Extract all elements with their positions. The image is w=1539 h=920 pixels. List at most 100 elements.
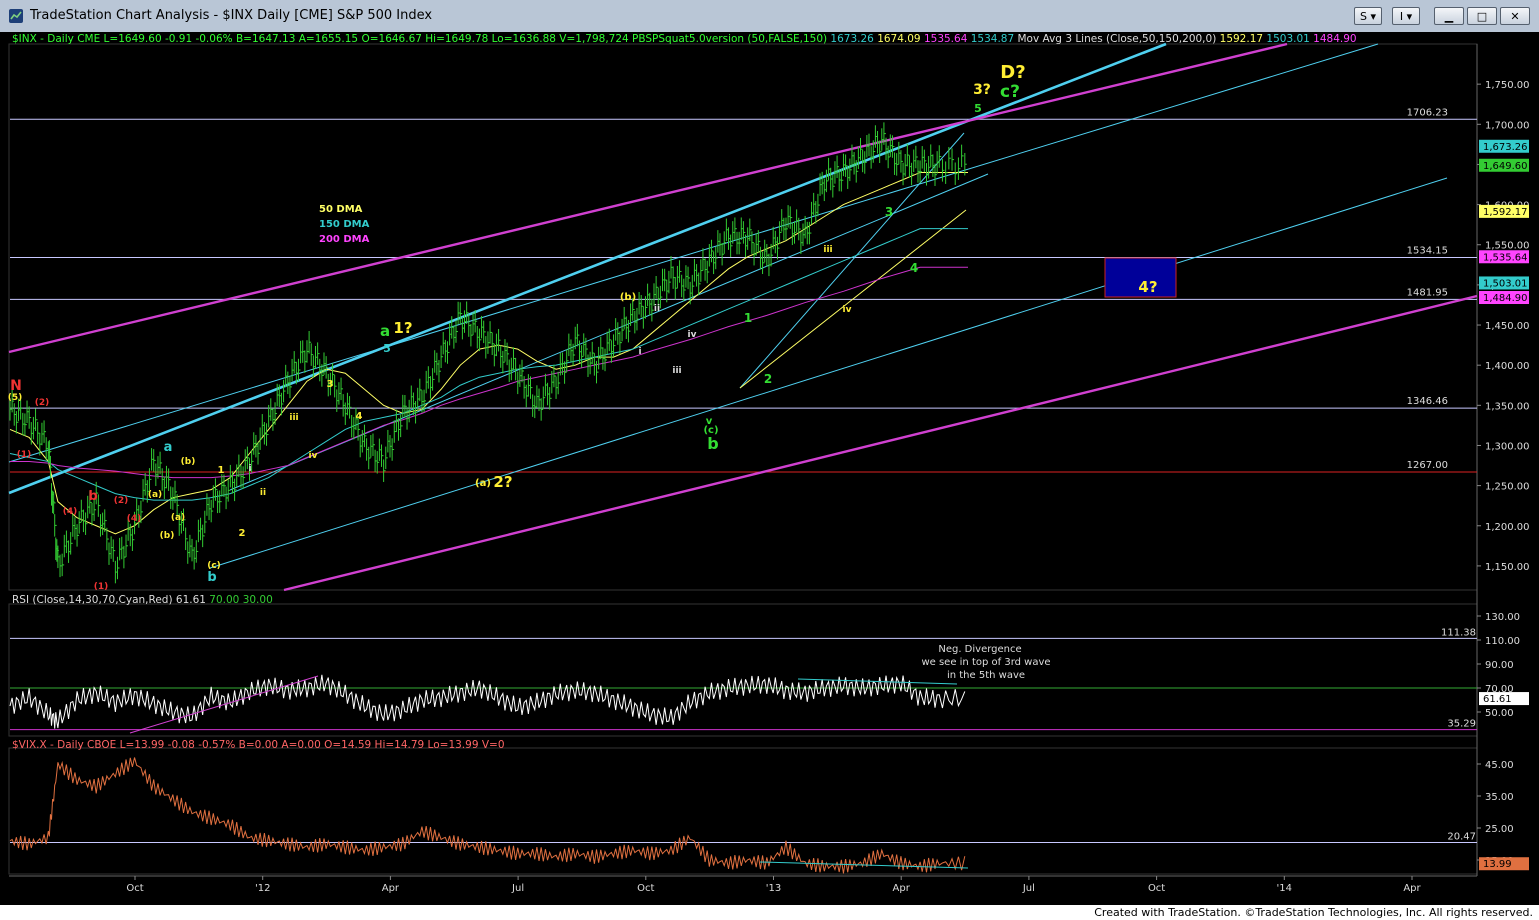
indicator-menu-button[interactable]: I ▾	[1392, 7, 1420, 25]
x-tick-label: Oct	[1148, 883, 1165, 894]
wave-label: iv	[309, 451, 318, 461]
vix-y-label: 25.00	[1485, 824, 1514, 835]
hdr-price-part: 1535.64	[921, 33, 968, 45]
maximize-button[interactable]: □	[1467, 7, 1497, 25]
x-tick-label: '12	[255, 883, 270, 894]
wave-label: 5	[383, 342, 391, 355]
rsi-badge-label: 61.61	[1483, 694, 1512, 705]
rsi-annotation-line1: Neg. Divergence	[938, 644, 1021, 655]
level-label: 1267.00	[1407, 460, 1448, 471]
hdr-rsi-part: 70.00	[206, 594, 239, 606]
window-title: TradeStation Chart Analysis - $INX Daily…	[30, 8, 433, 23]
price-y-label: 1,200.00	[1485, 522, 1530, 533]
rsi-annotation-line2: we see in top of 3rd wave	[921, 657, 1050, 668]
footer-credit: Created with TradeStation. ©TradeStation…	[1094, 906, 1533, 919]
wave-label: b	[707, 434, 718, 453]
x-tick-label: Apr	[1403, 883, 1421, 894]
upper-channel-cyan-thick	[8, 42, 1167, 495]
x-tick-label: Jul	[1022, 883, 1035, 894]
wave-label: 2?	[493, 473, 512, 491]
x-tick-label: Apr	[893, 883, 911, 894]
chart-area[interactable]: 1706.23 1534.15 1481.95 1346.46 1267.00 111.3…	[0, 32, 1539, 905]
wave-label: a	[164, 440, 173, 455]
wave-label: iv	[688, 330, 697, 340]
price-y-label: 1,250.00	[1485, 482, 1530, 493]
x-tick-label: Apr	[382, 883, 400, 894]
wave-label: (5)	[8, 393, 23, 403]
wave-label: i	[638, 347, 641, 357]
wave-label: 1?	[393, 319, 412, 337]
rsi-annotation-line3: in the 5th wave	[947, 670, 1025, 681]
close-button[interactable]: ✕	[1500, 7, 1530, 25]
symbol-menu-button[interactable]: S ▾	[1354, 7, 1382, 25]
x-tick-label: '14	[1277, 883, 1292, 894]
rsi-header: RSI (Close,14,30,70,Cyan,Red) 61.61 70.0…	[12, 594, 273, 606]
x-tick-label: '13	[766, 883, 781, 894]
hdr-price-part: 1484.90	[1310, 33, 1357, 45]
hdr-price-part: Mov Avg 3 Lines (Close,50,150,200,0)	[1014, 33, 1216, 45]
rsi-y-label: 50.00	[1485, 708, 1514, 719]
hdr-rsi-part: 30.00	[239, 594, 272, 606]
price-y-label: 1,350.00	[1485, 401, 1530, 412]
wave-label: 2	[764, 372, 772, 386]
price-badge-label: 1,592.17	[1483, 207, 1528, 218]
wave-label: 2	[239, 528, 246, 539]
vix-header: $VIX.X - Daily CBOE L=13.99 -0.08 -0.57%…	[12, 739, 505, 751]
wave-label: (a)	[475, 478, 491, 489]
price-badge-label: 1,649.60	[1483, 161, 1528, 172]
hdr-rsi-part: RSI (Close,14,30,70,Cyan,Red)	[12, 594, 173, 606]
rsi-level-label: 35.29	[1447, 719, 1476, 730]
hdr-vix-part: $VIX.X - Daily CBOE L=13.99 -0.08 -0.57%…	[12, 739, 505, 751]
wave-label: b	[88, 489, 97, 504]
level-label: 1534.15	[1407, 245, 1448, 256]
wave-label: (b)	[620, 292, 636, 303]
wave-label: iv	[843, 305, 852, 315]
wave-label: 3?	[973, 82, 991, 98]
vix-panel-frame	[8, 747, 1478, 875]
minimize-button[interactable]: ▁	[1434, 7, 1464, 25]
hdr-price-part: $INX - Daily CME L=1649.60 -0.91 -0.06% …	[12, 33, 827, 45]
level-label: 1481.95	[1407, 287, 1448, 298]
rsi-panel-frame	[8, 603, 1478, 737]
wave-label: i	[248, 464, 251, 474]
wave-label: iii	[823, 245, 832, 255]
level-label: 1346.46	[1407, 396, 1448, 407]
rsi-trendline	[129, 675, 319, 734]
wave-label: 3	[885, 205, 893, 219]
wave-label: c?	[1000, 82, 1020, 102]
window-titlebar: TradeStation Chart Analysis - $INX Daily…	[0, 0, 1539, 33]
wave-label: (1)	[94, 582, 109, 592]
rsi-y-label: 130.00	[1485, 612, 1520, 623]
wave-label: ii	[260, 488, 266, 498]
rsi-level-label: 111.38	[1441, 627, 1476, 638]
level-label: 1706.23	[1407, 107, 1448, 118]
indicator-menu-label: I	[1399, 10, 1404, 23]
wave-label: D?	[1000, 62, 1025, 83]
wave-label: iii	[672, 366, 681, 376]
wave-label: (a)	[148, 490, 162, 500]
hdr-price-part: 1503.01	[1263, 33, 1310, 45]
hdr-price-part: 1673.26	[827, 33, 874, 45]
wave-label: b	[207, 570, 216, 585]
wave-label: 4	[356, 411, 363, 422]
price-y-label: 1,550.00	[1485, 241, 1530, 252]
price-y-label: 1,150.00	[1485, 562, 1530, 573]
wave-label: 1	[744, 311, 752, 325]
wave-label: iii	[289, 413, 298, 423]
price-badge-label: 1,484.90	[1483, 293, 1528, 304]
price-y-label: 1,750.00	[1485, 80, 1530, 91]
hdr-rsi-part: 61.61	[173, 594, 206, 606]
chart-canvas[interactable]: 1706.23 1534.15 1481.95 1346.46 1267.00 111.3…	[0, 32, 1539, 905]
symbol-menu-label: S	[1359, 10, 1367, 23]
ma-line-200-dma	[10, 266, 968, 479]
wave-label: (4)	[127, 514, 142, 524]
price-badge-label: 1,673.26	[1483, 142, 1528, 153]
wave-label: (2)	[114, 496, 129, 506]
wave-label: 4	[910, 261, 918, 275]
price-y-label: 1,400.00	[1485, 361, 1530, 372]
hdr-price-part: 1534.87	[967, 33, 1014, 45]
hdr-price-part: 1674.09	[874, 33, 921, 45]
x-tick-label: Oct	[126, 883, 143, 894]
lower-channel-cyan	[209, 177, 1448, 569]
wave-label: 3	[327, 379, 334, 390]
